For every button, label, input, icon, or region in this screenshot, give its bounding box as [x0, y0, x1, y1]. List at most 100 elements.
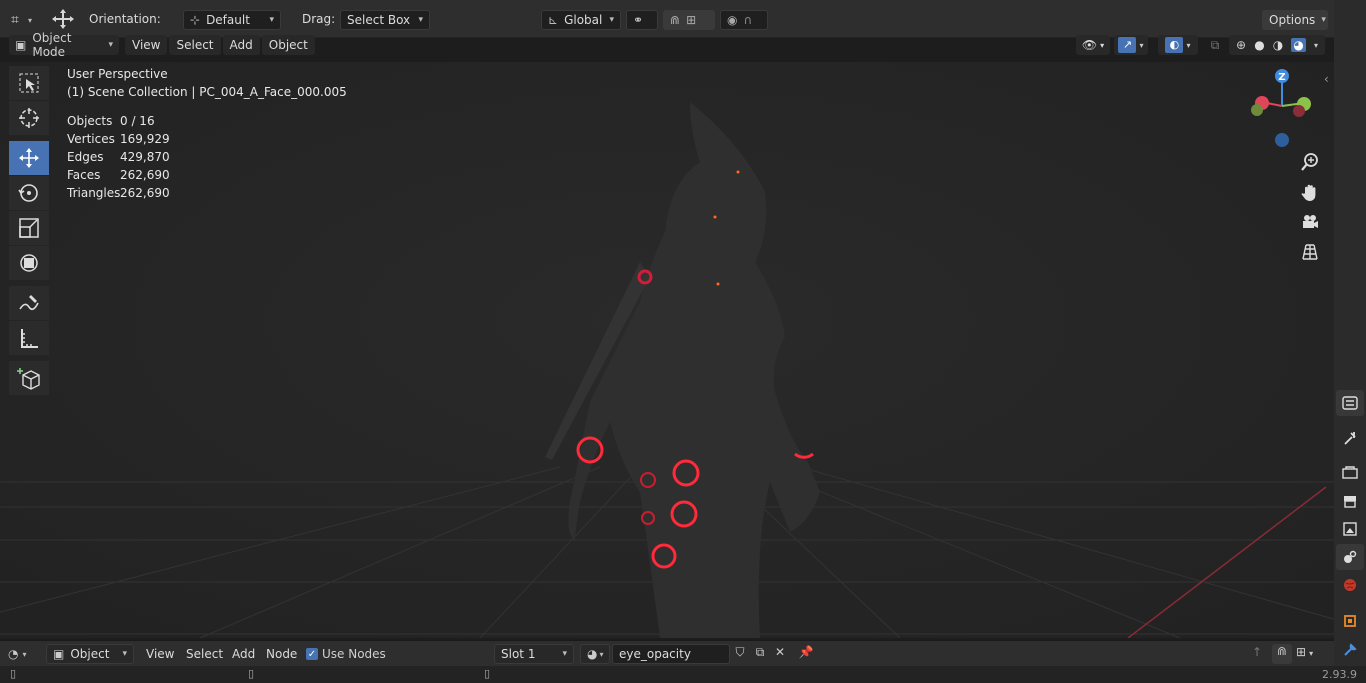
neg-y-axis-handle[interactable] — [1251, 104, 1263, 116]
chevron-down-icon: ▾ — [418, 15, 423, 25]
menu-object[interactable]: Object — [261, 35, 315, 55]
grid-snap-icon: ⊞ — [1296, 645, 1307, 659]
snap-grid-icon: ⊞ — [686, 13, 697, 27]
stat-value: 429,870 — [120, 150, 170, 164]
neg-x-axis-handle[interactable] — [1293, 105, 1305, 117]
visibility-dropdown[interactable]: 👁 ▾ — [1076, 35, 1110, 55]
pivot-icon: ⚭ — [633, 13, 644, 27]
transform-orientation-dropdown[interactable]: ⊾ Global ▾ — [541, 10, 621, 30]
annotate-tool[interactable] — [9, 286, 49, 320]
options-dropdown[interactable]: Options ▾ — [1262, 10, 1328, 30]
shader-editor-type-icon[interactable]: ◔ ▾ — [8, 645, 40, 663]
overlays-toggle[interactable]: ◐ ▾ — [1158, 35, 1198, 55]
scene-tab-icon[interactable] — [1336, 544, 1364, 570]
sidebar-toggle-icon[interactable]: ‹ — [1324, 72, 1329, 86]
menu-select[interactable]: Select — [186, 647, 223, 661]
use-nodes-checkbox[interactable]: ✓ Use Nodes — [306, 647, 386, 661]
proportional-edit-toggle[interactable]: ◉ ∩ — [720, 10, 768, 30]
slot-dropdown[interactable]: Slot 1 ▾ — [494, 644, 574, 664]
duplicate-material-icon[interactable]: ⧉ — [751, 645, 769, 663]
transform-pivot-icon[interactable] — [50, 8, 76, 30]
object-tab-icon[interactable] — [1336, 608, 1364, 634]
menu-add[interactable]: Add — [232, 647, 255, 661]
xray-icon: ⧉ — [1210, 37, 1220, 52]
navigation-gizmo[interactable]: Z — [1244, 66, 1324, 152]
xray-toggle[interactable]: ⧉ — [1205, 35, 1225, 55]
shader-type-dropdown[interactable]: ▣ Object ▾ — [46, 644, 134, 664]
chevron-down-icon: ▾ — [22, 649, 27, 659]
solid-shading-icon[interactable]: ● — [1254, 38, 1264, 52]
orientation-icon: ⊹ — [190, 13, 201, 27]
camera-view-button[interactable] — [1296, 210, 1324, 234]
stat-value: 262,690 — [120, 186, 170, 200]
camera-icon — [1303, 215, 1318, 228]
viewport-menus: View Select Add Object — [125, 35, 315, 55]
status-bar: ▯ ▯ ▯ 2.93.9 — [0, 666, 1366, 683]
stat-value: 262,690 — [120, 168, 170, 182]
magnet-icon: ⋒ — [670, 13, 681, 27]
chevron-down-icon: ▾ — [1186, 40, 1191, 50]
measure-tool[interactable] — [9, 321, 49, 355]
tool-tab-icon[interactable] — [1336, 425, 1364, 451]
render-tab-icon[interactable] — [1336, 460, 1364, 486]
editor-type-icon[interactable]: ⌗ ▾ — [8, 9, 38, 29]
snap-toggle[interactable]: ⋒ ⊞ — [663, 10, 715, 30]
menu-view[interactable]: View — [146, 647, 174, 661]
unlink-icon[interactable]: ✕ — [771, 645, 789, 663]
select-box-icon — [19, 73, 39, 93]
mouse-left-icon: ▯ — [10, 667, 17, 680]
pin-icon[interactable]: 📌 — [797, 645, 815, 663]
add-cube-tool[interactable] — [9, 361, 49, 395]
select-box-tool[interactable] — [9, 66, 49, 100]
chevron-down-icon: ▾ — [108, 40, 113, 50]
properties-editor-icon[interactable] — [1336, 390, 1364, 416]
material-name-field[interactable]: eye_opacity — [612, 644, 730, 664]
version-label: 2.93.9 — [1322, 668, 1357, 681]
fake-user-icon[interactable]: ⛉ — [731, 645, 749, 663]
wireframe-shading-icon[interactable]: ⊕ — [1236, 38, 1246, 52]
snap-element-dropdown[interactable]: ⊞ ▾ — [1296, 645, 1326, 663]
material-name: eye_opacity — [619, 647, 691, 661]
menu-view[interactable]: View — [125, 35, 168, 55]
cursor-icon — [19, 108, 39, 128]
options-label: Options — [1269, 13, 1316, 27]
svg-text:▾: ▾ — [28, 16, 32, 25]
output-tab-icon[interactable] — [1336, 488, 1364, 514]
parent-node-icon[interactable]: ↑ — [1248, 645, 1266, 663]
stat-value: 169,929 — [120, 132, 170, 146]
view-layer-tab-icon[interactable] — [1336, 516, 1364, 542]
material-shading-icon[interactable]: ◑ — [1273, 38, 1283, 52]
scale-tool[interactable] — [9, 211, 49, 245]
neg-z-axis-handle[interactable] — [1275, 133, 1289, 147]
material-browse-button[interactable]: ◕ ▾ — [580, 644, 610, 664]
snap-icon[interactable]: ⋒ — [1272, 644, 1292, 664]
world-tab-icon[interactable] — [1336, 572, 1364, 598]
transform-tool[interactable] — [9, 246, 49, 280]
menu-node[interactable]: Node — [266, 647, 297, 661]
chevron-down-icon[interactable]: ▾ — [1314, 41, 1318, 50]
3d-viewport[interactable]: User Perspective (1) Scene Collection | … — [0, 62, 1334, 638]
falloff-icon: ∩ — [743, 13, 753, 27]
scale-icon — [19, 218, 39, 238]
zoom-button[interactable] — [1296, 150, 1324, 174]
pan-button[interactable] — [1296, 180, 1324, 204]
use-nodes-label: Use Nodes — [322, 647, 386, 661]
rendered-shading-icon[interactable]: ◕ — [1291, 38, 1306, 52]
gizmo-toggle[interactable]: ↗ ▾ — [1114, 35, 1148, 55]
orientation-dropdown[interactable]: ⊹ Default ▾ — [183, 10, 281, 30]
overlays-icon: ◐ — [1165, 37, 1184, 53]
menu-select[interactable]: Select — [169, 35, 221, 55]
modifier-tab-icon[interactable] — [1336, 637, 1364, 663]
rotate-tool[interactable] — [9, 176, 49, 210]
pivot-point-dropdown[interactable]: ⚭ — [626, 10, 658, 30]
drag-dropdown[interactable]: Select Box ▾ — [340, 10, 430, 30]
chevron-down-icon: ▾ — [562, 649, 567, 659]
mouse-middle-icon: ▯ — [248, 667, 255, 680]
transform-icon — [20, 254, 38, 272]
stat-key: Faces — [67, 168, 101, 182]
mode-dropdown[interactable]: ▣ Object Mode ▾ — [9, 31, 119, 59]
move-tool[interactable] — [9, 141, 49, 175]
perspective-toggle-button[interactable] — [1296, 240, 1324, 264]
menu-add[interactable]: Add — [222, 35, 260, 55]
cursor-tool[interactable] — [9, 101, 49, 135]
